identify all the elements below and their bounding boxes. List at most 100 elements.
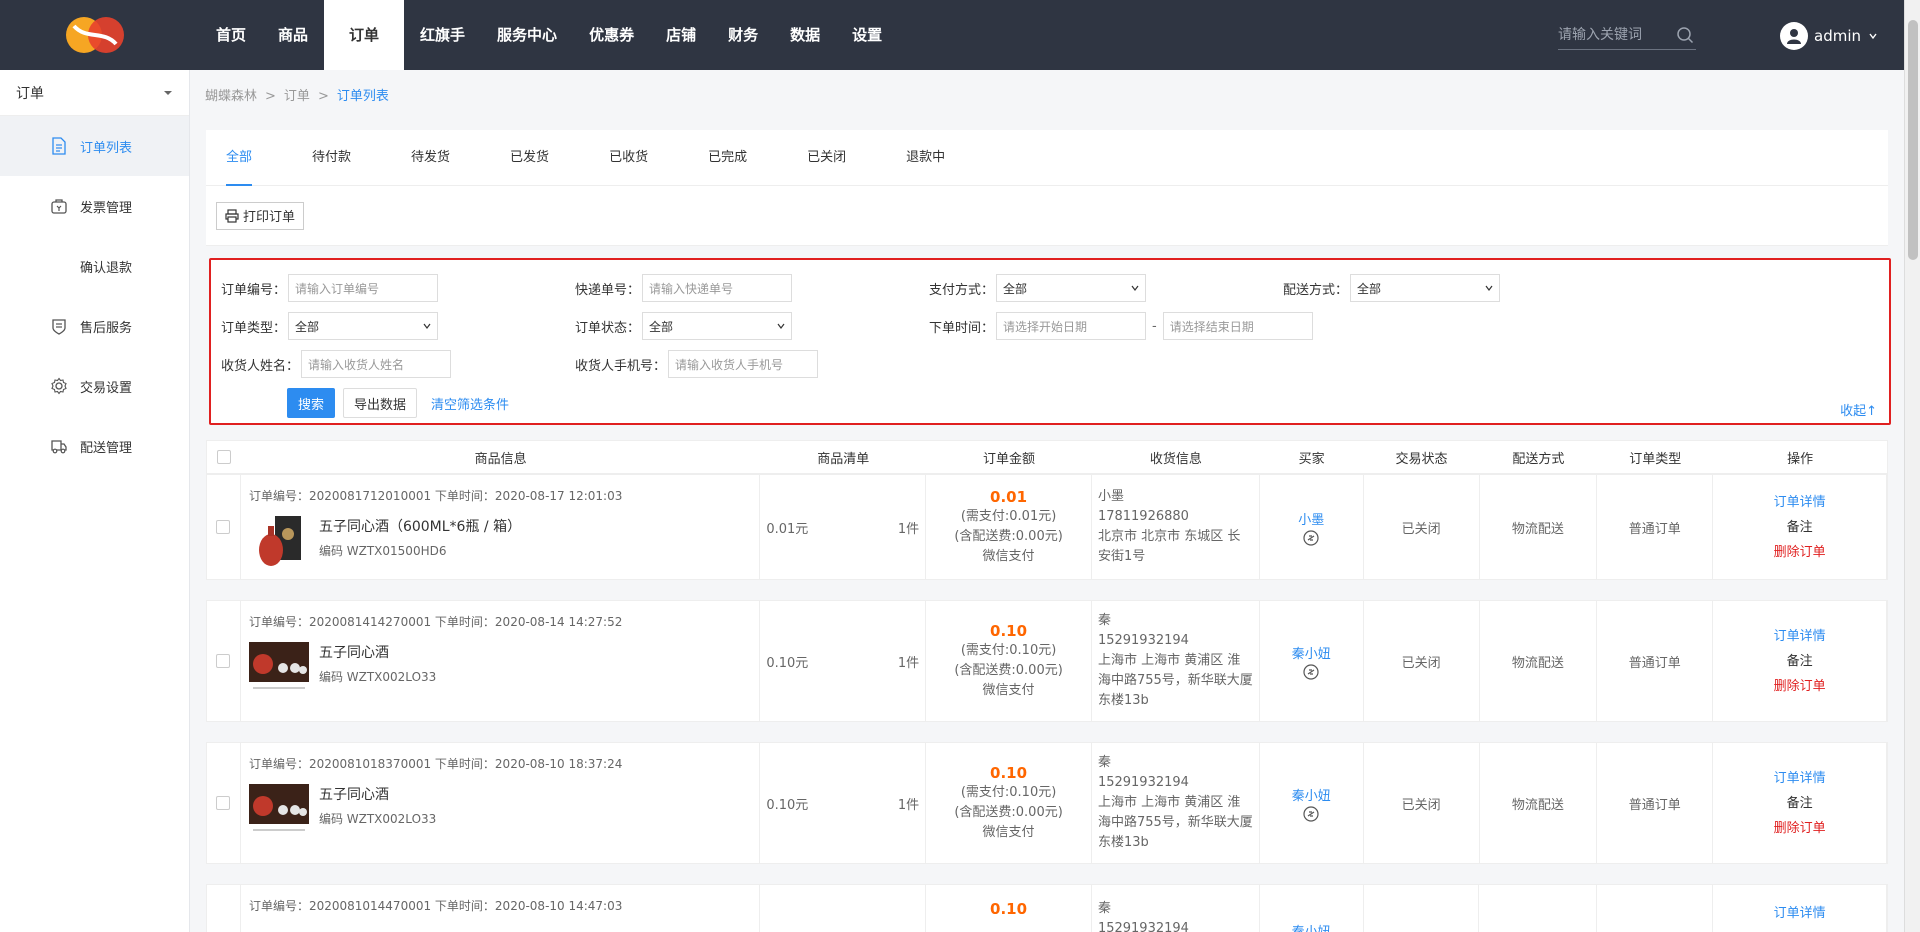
brand-logo[interactable] [60, 12, 130, 58]
remark-link[interactable]: 备注 [1787, 515, 1813, 540]
remark-link[interactable]: 备注 [1787, 791, 1813, 816]
sidebar-item-order-list[interactable]: 订单列表 [0, 116, 189, 176]
row-checkbox[interactable] [216, 796, 231, 810]
product: 五子同心酒 编码 WZTX002LO33 [248, 780, 436, 840]
sidebar-item-invoice[interactable]: 发票管理 [0, 176, 189, 236]
sidebar-item-label: 订单列表 [80, 140, 133, 156]
receiver-phone: 15291932194 [1097, 633, 1189, 648]
delete-order-link[interactable]: 删除订单 [1774, 816, 1826, 841]
buyer-link[interactable]: 秦小妞 [1292, 921, 1331, 932]
nav-item-service-center[interactable]: 服务中心 [481, 0, 573, 70]
clear-filters-link[interactable]: 清空筛选条件 [431, 394, 509, 413]
nav-item-flagbearer[interactable]: 红旗手 [404, 0, 481, 70]
receiver-address: 上海市 上海市 黄浦区 淮海中路755号，新华联大厦东楼13b [1097, 795, 1253, 850]
scrollbar-thumb[interactable] [1908, 20, 1918, 260]
sidebar-header[interactable]: 订单 [0, 70, 189, 116]
receiver-phone-input[interactable]: 请输入收货人手机号 [668, 350, 819, 378]
table-row: 订单编号：2020081014470001 下单时间：2020-08-10 14… [206, 884, 1888, 932]
collapse-filters-link[interactable]: 收起↑ [1840, 400, 1877, 419]
nav-item-data[interactable]: 数据 [774, 0, 836, 70]
receiver-name-input[interactable]: 请输入收货人姓名 [301, 350, 452, 378]
express-no-input[interactable]: 请输入快递单号 [642, 274, 793, 302]
receiver-cell: 秦 15291932194 [1092, 885, 1260, 932]
printer-icon [225, 208, 239, 223]
tab-closed[interactable]: 已关闭 [807, 130, 846, 186]
receiver-phone: 15291932194 [1097, 921, 1189, 932]
tab-all[interactable]: 全部 [226, 130, 253, 186]
product-list-cell: 0.01元 1件 [760, 475, 927, 579]
filter-pay-method: 支付方式： 全部 [929, 274, 1147, 302]
order-detail-link[interactable]: 订单详情 [1774, 766, 1826, 791]
link-icon[interactable] [1303, 805, 1319, 822]
sidebar-item-confirm-refund[interactable]: 确认退款 [0, 236, 189, 296]
product-name[interactable]: 五子同心酒 [319, 784, 436, 804]
tab-received[interactable]: 已收货 [609, 130, 648, 186]
delete-order-link[interactable]: 删除订单 [1774, 540, 1826, 565]
sidebar-item-trade-settings[interactable]: 交易设置 [0, 356, 189, 416]
select-all-checkbox[interactable] [216, 450, 231, 464]
remark-link[interactable]: 备注 [1787, 649, 1813, 674]
product-code: 编码 WZTX01500HD6 [318, 544, 447, 558]
nav-item-store[interactable]: 店铺 [650, 0, 712, 70]
nav-item-home[interactable]: 首页 [200, 0, 262, 70]
order-type-select[interactable]: 全部 [288, 312, 439, 340]
nav-item-settings[interactable]: 设置 [836, 0, 898, 70]
product-thumbnail[interactable] [248, 638, 309, 698]
gear-icon [51, 377, 67, 395]
breadcrumb-item[interactable]: 蝴蝶森林 [205, 89, 257, 104]
tab-completed[interactable]: 已完成 [708, 130, 747, 186]
start-date-input[interactable]: 请选择开始日期 [996, 312, 1147, 340]
order-status-select[interactable]: 全部 [642, 312, 793, 340]
delete-order-link[interactable]: 删除订单 [1774, 674, 1826, 699]
sidebar-item-delivery[interactable]: 配送管理 [0, 416, 189, 476]
row-checkbox[interactable] [216, 520, 231, 534]
buyer-link[interactable]: 秦小妞 [1292, 785, 1331, 804]
sidebar-item-after-sales[interactable]: 售后服务 [0, 296, 189, 356]
print-orders-button[interactable]: 打印订单 [216, 201, 305, 230]
link-icon[interactable] [1303, 663, 1319, 680]
tab-shipped[interactable]: 已发货 [510, 130, 549, 186]
receiver-name: 秦 [1097, 613, 1111, 628]
chevron-down-icon [1485, 285, 1493, 291]
order-detail-link[interactable]: 订单详情 [1774, 901, 1826, 926]
order-no-input[interactable]: 请输入订单编号 [288, 274, 439, 302]
product-info-cell: 订单编号：2020081014470001 下单时间：2020-08-10 14… [241, 885, 761, 932]
order-type [1597, 885, 1714, 932]
quantity: 1件 [897, 797, 920, 813]
order-amount: 0.10 [990, 622, 1028, 640]
search-input[interactable] [1558, 22, 1668, 48]
user-menu[interactable]: admin [1780, 22, 1877, 50]
product-name[interactable]: 五子同心酒 [319, 642, 436, 662]
buyer-link[interactable]: 小墨 [1298, 509, 1324, 528]
filter-express-no: 快递单号： 请输入快递单号 [575, 274, 793, 302]
nav-item-coupons[interactable]: 优惠券 [573, 0, 650, 70]
export-data-button[interactable]: 导出数据 [343, 388, 417, 418]
row-gap [206, 722, 1888, 742]
tab-pending-payment[interactable]: 待付款 [312, 130, 351, 186]
search-button[interactable]: 搜索 [287, 388, 335, 418]
pay-method-select[interactable]: 全部 [996, 274, 1147, 302]
nav-item-goods[interactable]: 商品 [262, 0, 324, 70]
row-select-cell [207, 475, 241, 579]
product-thumbnail[interactable] [248, 780, 309, 840]
nav-item-orders[interactable]: 订单 [324, 0, 405, 70]
tab-pending-shipment[interactable]: 待发货 [411, 130, 450, 186]
nav-item-finance[interactable]: 财务 [712, 0, 774, 70]
end-date-input[interactable]: 请选择结束日期 [1162, 312, 1313, 340]
page-scrollbar[interactable] [1904, 0, 1920, 932]
delivery-method-select[interactable]: 全部 [1350, 274, 1501, 302]
row-checkbox[interactable] [216, 654, 231, 668]
order-panel: 全部 待付款 待发货 已发货 已收货 已完成 已关闭 退款中 打印订单 [206, 130, 1888, 246]
order-detail-link[interactable]: 订单详情 [1774, 624, 1826, 649]
buyer-link[interactable]: 秦小妞 [1292, 643, 1331, 662]
ship-method: 物流配送 [1480, 601, 1598, 721]
pay-method-label: 支付方式： [929, 282, 995, 298]
chevron-down-icon [777, 323, 785, 329]
link-icon[interactable] [1303, 529, 1319, 546]
order-detail-link[interactable]: 订单详情 [1774, 490, 1826, 515]
breadcrumb-item[interactable]: 订单 [284, 89, 310, 104]
product-name[interactable]: 五子同心酒（600ML*6瓶 / 箱） [319, 516, 521, 536]
product-thumbnail[interactable] [248, 512, 309, 572]
search-icon[interactable] [1676, 26, 1694, 44]
tab-refunding[interactable]: 退款中 [906, 130, 945, 186]
